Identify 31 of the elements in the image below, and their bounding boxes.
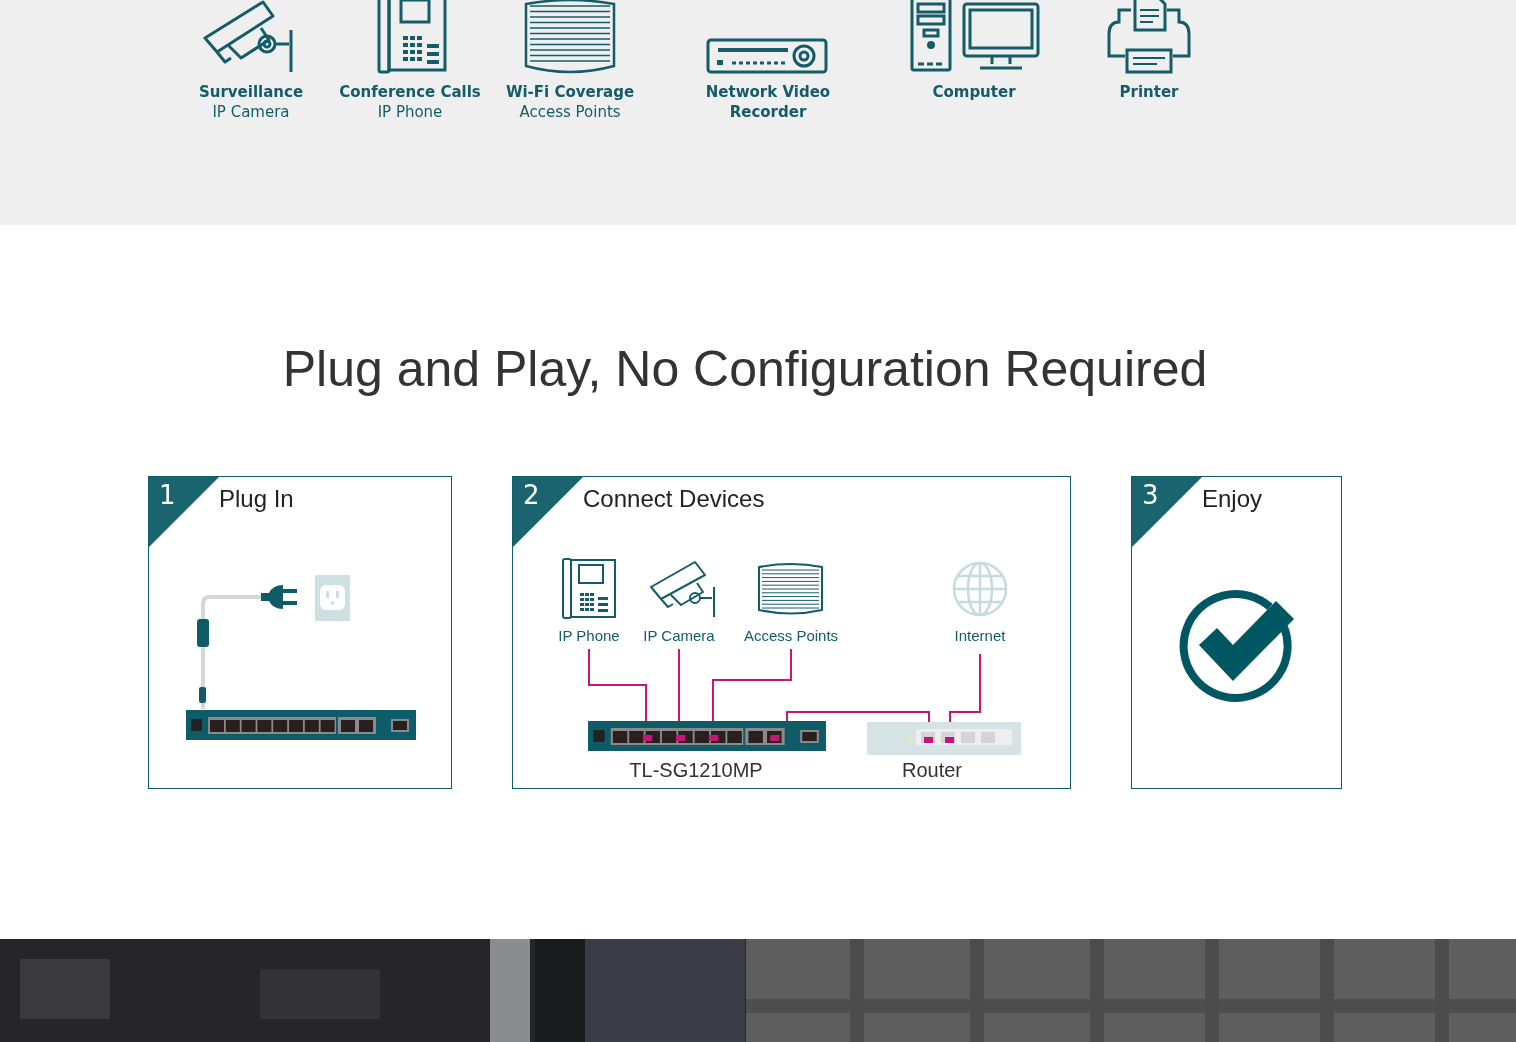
step-number: 2	[523, 480, 540, 510]
video-recorder-icon	[706, 38, 830, 74]
device-label: IP Phone	[558, 627, 620, 644]
device-subtitle: IP Phone	[377, 102, 443, 122]
device-title: Computer	[932, 82, 1016, 102]
section-heading: Plug and Play, No Configuration Required	[281, 340, 1209, 399]
desktop-computer-icon	[908, 0, 1040, 74]
device-label: IP Camera	[643, 627, 715, 644]
device-title: Wi-Fi Coverage	[505, 82, 635, 102]
step-number: 3	[1142, 480, 1159, 510]
step-number: 1	[159, 480, 176, 510]
device-label: Internet	[954, 627, 1006, 644]
switch-label: TL-SG1210MP	[629, 759, 763, 781]
device-label: Access Points	[743, 627, 839, 644]
globe-icon	[952, 561, 1008, 617]
desk-phone-icon	[562, 558, 616, 619]
step-title: Plug In	[219, 485, 294, 513]
step-title: Connect Devices	[583, 485, 765, 513]
checkmark-circle-icon	[1179, 590, 1294, 702]
device-title: Conference Calls	[339, 82, 481, 102]
device-subtitle: IP Camera	[212, 102, 290, 122]
router-label: Router	[902, 759, 962, 781]
device-title: Printer	[1119, 82, 1179, 102]
device-title: Network Video Recorder	[704, 82, 832, 122]
device-subtitle: Access Points	[519, 102, 621, 122]
security-camera-icon	[650, 561, 715, 618]
printer-icon	[1107, 0, 1191, 74]
step-title: Enjoy	[1202, 485, 1263, 513]
device-title: Surveillance	[198, 82, 304, 102]
access-point-icon	[758, 563, 823, 615]
wall-outlet-icon	[315, 575, 350, 621]
